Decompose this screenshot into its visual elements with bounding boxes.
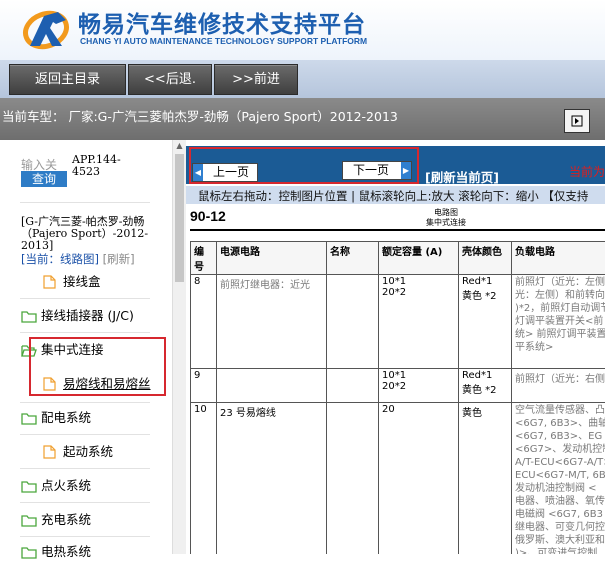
table-cell: 前照灯（近光：右侧 bbox=[512, 369, 605, 403]
table-cell: 20 bbox=[379, 403, 459, 555]
tree-item-label: 电热系统 bbox=[41, 543, 91, 561]
hint-text: 鼠标左右拖动：控制图片位置 | 鼠标滚轮向上:放大 滚轮向下：缩小 【仅支持 bbox=[198, 188, 588, 204]
tree-item-label: 起动系统 bbox=[63, 443, 113, 461]
folder-icon bbox=[21, 479, 37, 493]
highlight-box bbox=[29, 337, 166, 396]
pin-icon bbox=[571, 115, 583, 127]
table-cell: 8 bbox=[191, 275, 217, 369]
table-cell: 前照灯（近光：左侧 光：左侧）和前转向 )*2，前照灯自动调节 灯调平装置开关<… bbox=[512, 275, 605, 369]
document-code: 90-12 bbox=[190, 208, 226, 224]
sidebar: 输入关 APP.144-4523 查询 [G-广汽三菱-帕杰罗-劲畅（Pajer… bbox=[0, 140, 173, 554]
document-title-line1: 电路图 bbox=[411, 208, 481, 218]
hint-bar: 鼠标左右拖动：控制图片位置 | 鼠标滚轮向上:放大 滚轮向下：缩小 【仅支持 bbox=[186, 186, 605, 204]
current-position-text: 当前为 bbox=[569, 163, 605, 180]
folder-icon bbox=[21, 545, 37, 559]
divider bbox=[20, 402, 150, 403]
scroll-up-arrow-icon[interactable]: ▲ bbox=[173, 140, 186, 152]
document-title: 电路图 集中式连接 bbox=[411, 208, 481, 228]
current-section-label: [当前：线路图] bbox=[21, 252, 99, 266]
table-cell: 空气流量传感器、凸 <6G7, 6B3>、曲轴 <6G7, 6B3>、EG <6… bbox=[512, 403, 605, 555]
brand-subtitle: CHANG YI AUTO MAINTENANCE TECHNOLOGY SUP… bbox=[80, 36, 367, 46]
file-icon bbox=[43, 275, 56, 289]
table-cell: 10*1 20*2 bbox=[379, 275, 459, 369]
folder-icon bbox=[21, 513, 37, 527]
document-rule bbox=[190, 229, 605, 231]
divider bbox=[20, 434, 150, 435]
column-header: 电源电路 bbox=[217, 242, 327, 275]
app-id-text: APP.144-4523 bbox=[72, 154, 132, 178]
current-section: [当前：线路图] [刷新] bbox=[21, 251, 135, 267]
home-button[interactable]: 返回主目录 bbox=[9, 64, 126, 95]
table-cell bbox=[327, 403, 379, 555]
divider bbox=[20, 468, 150, 469]
changyi-logo-icon bbox=[22, 6, 74, 50]
tree-item-label: 点火系统 bbox=[41, 477, 91, 495]
highlight-box bbox=[189, 147, 419, 184]
table-cell: 10*1 20*2 bbox=[379, 369, 459, 403]
table-cell: 23 号易熔线 bbox=[217, 403, 327, 555]
table-cell: 10 bbox=[191, 403, 217, 555]
column-header: 额定容量 (A) bbox=[379, 242, 459, 275]
table-cell: 前照灯继电器：近光 bbox=[217, 275, 327, 369]
current-model-bar: 当前车型： 厂家:G-广汽三菱帕杰罗-劲畅（Pajero Sport）2012-… bbox=[0, 98, 605, 140]
table-cell bbox=[327, 369, 379, 403]
scroll-thumb[interactable] bbox=[175, 154, 184, 282]
app-header: 畅易汽车维修技术支持平台 CHANG YI AUTO MAINTENANCE T… bbox=[0, 0, 605, 60]
sidebar-scrollbar[interactable]: ▲ bbox=[172, 140, 186, 554]
table-cell: 9 bbox=[191, 369, 217, 403]
refresh-link[interactable]: [刷新] bbox=[103, 252, 135, 266]
content-pane: ◀ 上一页 下一页 ▶ [刷新当前页] 当前为 鼠标左右拖动：控制图片位置 | … bbox=[186, 140, 605, 554]
table-cell: Red*1 黄色 *2 bbox=[459, 369, 512, 403]
column-header: 编号 bbox=[191, 242, 217, 275]
document-image[interactable]: 90-12 电路图 集中式连接 编号 电源电路 名称 额定容量 (A) 壳体颜色… bbox=[186, 204, 605, 554]
refresh-page-link[interactable]: [刷新当前页] bbox=[425, 167, 499, 186]
main-toolbar: 返回主目录 <<后退. >>前进 bbox=[0, 60, 605, 98]
file-icon bbox=[43, 445, 56, 459]
back-button[interactable]: <<后退. bbox=[128, 64, 212, 95]
folder-icon bbox=[21, 411, 37, 425]
divider bbox=[20, 332, 150, 333]
column-header: 负载电路 bbox=[512, 242, 605, 275]
query-button[interactable]: 查询 bbox=[21, 171, 67, 187]
divider bbox=[20, 502, 150, 503]
tree-item-label: 充电系统 bbox=[41, 511, 91, 529]
column-header: 名称 bbox=[327, 242, 379, 275]
table-cell bbox=[327, 275, 379, 369]
folder-icon bbox=[21, 309, 37, 323]
current-model-text: 当前车型： 厂家:G-广汽三菱帕杰罗-劲畅（Pajero Sport）2012-… bbox=[2, 106, 398, 125]
document-title-line2: 集中式连接 bbox=[411, 218, 481, 228]
tree-item-label: 配电系统 bbox=[41, 409, 91, 427]
table-row: 8 前照灯继电器：近光 10*1 20*2 Red*1 黄色 *2 前照灯（近光… bbox=[191, 275, 605, 369]
table-row: 9 10*1 20*2 Red*1 黄色 *2 前照灯（近光：右侧 bbox=[191, 369, 605, 403]
divider bbox=[20, 536, 150, 537]
pin-panel-button[interactable] bbox=[564, 109, 590, 133]
column-header: 壳体颜色 bbox=[459, 242, 512, 275]
forward-button[interactable]: >>前进 bbox=[214, 64, 298, 95]
tree-item-label: 接线盒 bbox=[63, 273, 101, 291]
table-row: 10 23 号易熔线 20 黄色 空气流量传感器、凸 <6G7, 6B3>、曲轴… bbox=[191, 403, 605, 555]
circuit-table: 编号 电源电路 名称 额定容量 (A) 壳体颜色 负载电路 8 前照灯继电器：近… bbox=[190, 241, 605, 554]
divider bbox=[20, 298, 150, 299]
table-cell bbox=[217, 369, 327, 403]
vehicle-path: [G-广汽三菱-帕杰罗-劲畅（Pajero Sport）-2012-2013] bbox=[21, 216, 156, 252]
table-cell: 黄色 bbox=[459, 403, 512, 555]
brand-title: 畅易汽车维修技术支持平台 bbox=[78, 5, 366, 39]
divider bbox=[20, 202, 150, 203]
tree-item-label: 接线插接器 (J/C) bbox=[41, 307, 134, 325]
table-cell: Red*1 黄色 *2 bbox=[459, 275, 512, 369]
table-header-row: 编号 电源电路 名称 额定容量 (A) 壳体颜色 负载电路 bbox=[191, 242, 605, 275]
